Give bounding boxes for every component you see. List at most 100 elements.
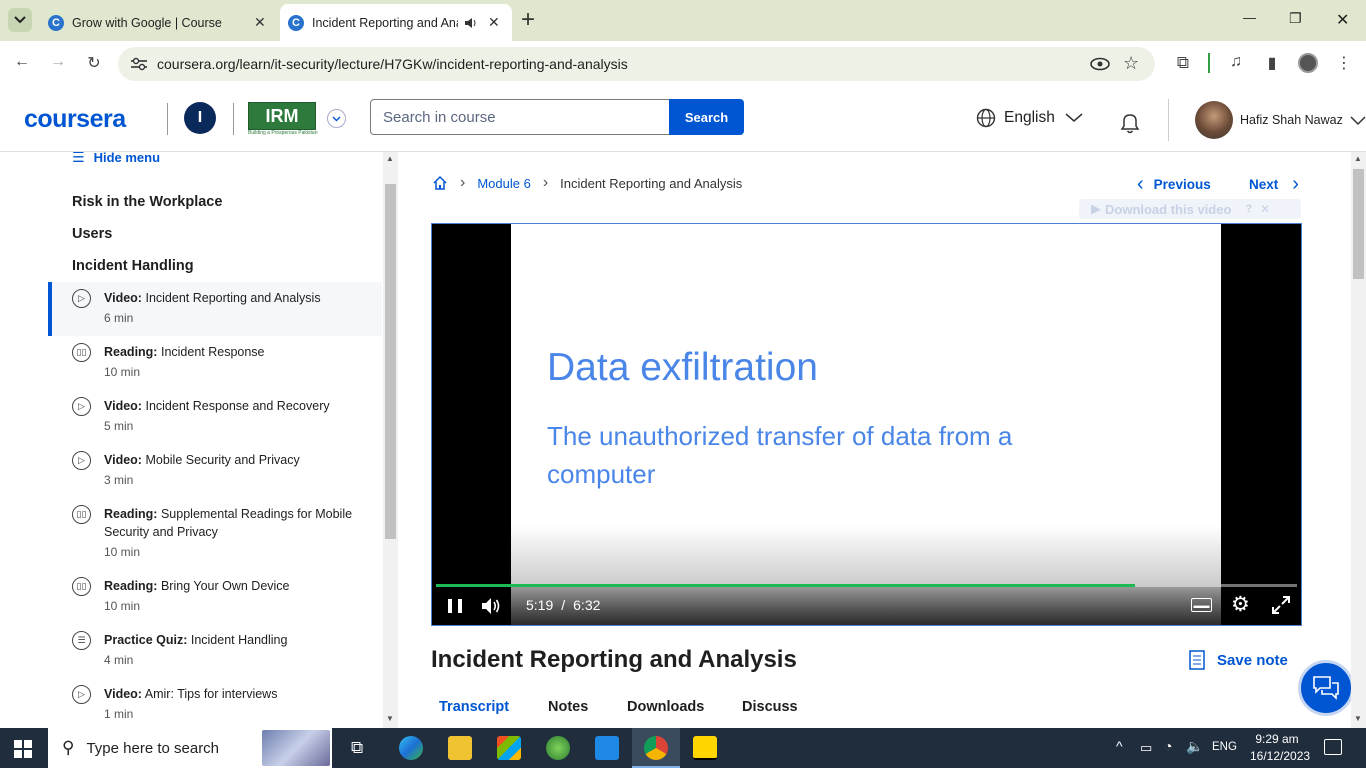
language-selector[interactable]: English bbox=[976, 108, 1083, 128]
eye-icon[interactable] bbox=[1090, 57, 1110, 71]
sidebar-scrollbar[interactable]: ▲ ▼ bbox=[383, 152, 398, 728]
section-incident-handling[interactable]: Incident Handling bbox=[72, 258, 194, 274]
close-window-button[interactable]: ✕ bbox=[1336, 10, 1349, 30]
side-panel-icon[interactable]: ▮ bbox=[1261, 53, 1283, 73]
hide-menu-button[interactable]: ☰ Hide menu bbox=[72, 152, 160, 166]
extensions-icon[interactable]: ⧉ bbox=[1172, 53, 1194, 73]
tab-notes[interactable]: Notes bbox=[548, 699, 588, 715]
breadcrumb-module[interactable]: Module 6 bbox=[477, 176, 530, 191]
page-scrollbar[interactable]: ▲ ▼ bbox=[1351, 152, 1366, 728]
section-users[interactable]: Users bbox=[72, 226, 112, 242]
taskbar-search-box[interactable]: ⚲ Type here to search bbox=[48, 728, 332, 768]
user-initial-avatar[interactable]: I bbox=[184, 102, 216, 134]
home-icon[interactable] bbox=[432, 175, 448, 191]
sticky-notes-icon[interactable] bbox=[693, 736, 717, 760]
scroll-up-arrow[interactable]: ▲ bbox=[386, 154, 394, 163]
section-risk-in-workplace[interactable]: Risk in the Workplace bbox=[72, 194, 222, 210]
star-icon[interactable]: ☆ bbox=[1123, 53, 1139, 74]
sidebar-item-amir-tips[interactable]: ▷ Video: Amir: Tips for interviews 1 min bbox=[48, 678, 382, 728]
tab-downloads[interactable]: Downloads bbox=[627, 699, 704, 715]
sidebar-item-byod[interactable]: ▯▯ Reading: Bring Your Own Device 10 min bbox=[48, 570, 382, 624]
item-type: Video: bbox=[104, 687, 142, 701]
tab-transcript[interactable]: Transcript bbox=[439, 699, 509, 715]
sidebar-item-mobile-security[interactable]: ▷ Video: Mobile Security and Privacy 3 m… bbox=[48, 444, 382, 498]
settings-gear-icon[interactable]: ⚙ bbox=[1231, 592, 1250, 617]
course-search-input[interactable]: Search in course bbox=[370, 99, 670, 135]
header-divider bbox=[167, 103, 168, 135]
toolbar-divider bbox=[1208, 53, 1210, 73]
more-menu-icon[interactable]: ⋮ bbox=[1333, 53, 1355, 73]
scrollbar-thumb[interactable] bbox=[1353, 169, 1364, 279]
scroll-down-arrow[interactable]: ▼ bbox=[386, 714, 394, 723]
back-icon[interactable]: ← bbox=[11, 53, 33, 71]
input-language[interactable]: ENG bbox=[1212, 741, 1237, 753]
sidebar-item-supplemental-readings[interactable]: ▯▯ Reading: Supplemental Readings for Mo… bbox=[48, 498, 382, 570]
close-tab-icon[interactable]: ✕ bbox=[254, 14, 266, 31]
reload-icon[interactable]: ↻ bbox=[83, 53, 105, 73]
speaker-icon[interactable]: 🔈 bbox=[1186, 738, 1203, 755]
chrome-taskbar-active[interactable] bbox=[632, 728, 680, 768]
close-overlay-icon[interactable]: ✕ bbox=[1260, 202, 1270, 216]
app-icon[interactable] bbox=[546, 736, 570, 760]
show-hidden-icons[interactable]: ^ bbox=[1116, 738, 1123, 754]
forward-icon[interactable]: → bbox=[47, 53, 69, 71]
progress-track[interactable] bbox=[436, 584, 1297, 587]
tab-incident-reporting[interactable]: C Incident Reporting and Ana ✕ bbox=[280, 4, 512, 41]
browser-tabstrip: C Grow with Google | Coursera ✕ C Incide… bbox=[0, 0, 1366, 41]
volume-icon[interactable] bbox=[481, 597, 501, 615]
file-explorer-icon[interactable] bbox=[448, 736, 472, 760]
time-current: 5:19 bbox=[526, 597, 554, 613]
tab-discuss[interactable]: Discuss bbox=[742, 699, 798, 715]
chevron-right-icon: › bbox=[542, 174, 549, 191]
url-text[interactable]: coursera.org/learn/it-security/lecture/H… bbox=[157, 56, 628, 72]
battery-icon[interactable]: ▭ bbox=[1140, 740, 1152, 756]
scrollbar-thumb[interactable] bbox=[385, 184, 396, 539]
sidebar-item-incident-response[interactable]: ▯▯ Reading: Incident Response 10 min bbox=[48, 336, 382, 390]
site-info-icon[interactable] bbox=[130, 57, 148, 71]
previous-button[interactable]: ‹ Previous bbox=[1137, 173, 1211, 196]
task-view-icon[interactable]: ⧉ bbox=[351, 738, 363, 758]
store-icon[interactable] bbox=[497, 736, 521, 760]
fullscreen-icon[interactable] bbox=[1272, 596, 1290, 614]
download-video-overlay[interactable]: ▶ Download this video ? ✕ bbox=[1079, 199, 1301, 219]
scroll-up-arrow[interactable]: ▲ bbox=[1354, 154, 1362, 163]
tab-grow-with-google[interactable]: C Grow with Google | Coursera ✕ bbox=[40, 4, 275, 41]
wifi-icon[interactable]: ◔ bbox=[1164, 738, 1172, 754]
address-bar[interactable]: coursera.org/learn/it-security/lecture/H… bbox=[118, 47, 1155, 81]
item-type: Reading: bbox=[104, 579, 158, 593]
item-duration: 6 min bbox=[104, 311, 134, 325]
scroll-down-arrow[interactable]: ▼ bbox=[1354, 714, 1362, 723]
windows-start-icon[interactable] bbox=[14, 740, 32, 758]
close-tab-icon[interactable]: ✕ bbox=[488, 14, 500, 31]
sidebar-item-incident-reporting[interactable]: ▷ Video: Incident Reporting and Analysis… bbox=[48, 282, 382, 336]
item-type: Reading: bbox=[104, 507, 158, 521]
minimize-button[interactable]: — bbox=[1243, 10, 1256, 25]
chat-help-button[interactable] bbox=[1298, 660, 1354, 716]
tab-search-button[interactable] bbox=[8, 8, 32, 32]
irm-partner-logo[interactable]: IRM Building a Prosperous Pakistan bbox=[248, 102, 318, 136]
maximize-button[interactable]: ❐ bbox=[1289, 10, 1302, 27]
next-button[interactable]: Next › bbox=[1249, 173, 1299, 196]
new-tab-button[interactable]: + bbox=[521, 6, 535, 34]
partner-dropdown-icon[interactable] bbox=[327, 109, 346, 128]
pause-icon[interactable] bbox=[448, 599, 462, 613]
clock[interactable]: 9:29 am 16/12/2023 bbox=[1250, 731, 1310, 765]
search-button[interactable]: Search bbox=[669, 99, 744, 135]
captions-icon[interactable]: ▬▬ bbox=[1191, 598, 1212, 612]
speaker-icon[interactable] bbox=[464, 16, 478, 30]
user-name[interactable]: Hafiz Shah Nawaz bbox=[1240, 113, 1343, 127]
save-note-button[interactable]: Save note bbox=[1189, 650, 1288, 670]
chevron-down-icon[interactable] bbox=[1350, 116, 1366, 126]
mail-icon[interactable] bbox=[595, 736, 619, 760]
item-type: Reading: bbox=[104, 345, 158, 359]
media-control-icon[interactable]: ♫ bbox=[1225, 53, 1247, 71]
user-avatar[interactable] bbox=[1195, 101, 1233, 139]
video-player[interactable]: Data exfiltration The unauthorized trans… bbox=[431, 223, 1302, 626]
notification-center-icon[interactable] bbox=[1324, 739, 1342, 755]
edge-icon[interactable] bbox=[399, 736, 423, 760]
coursera-logo[interactable]: coursera bbox=[24, 105, 126, 134]
sidebar-item-practice-quiz[interactable]: ☰ Practice Quiz: Incident Handling 4 min bbox=[48, 624, 382, 678]
profile-icon[interactable] bbox=[1298, 53, 1318, 73]
notification-bell-icon[interactable] bbox=[1117, 110, 1143, 136]
sidebar-item-response-recovery[interactable]: ▷ Video: Incident Response and Recovery … bbox=[48, 390, 382, 444]
